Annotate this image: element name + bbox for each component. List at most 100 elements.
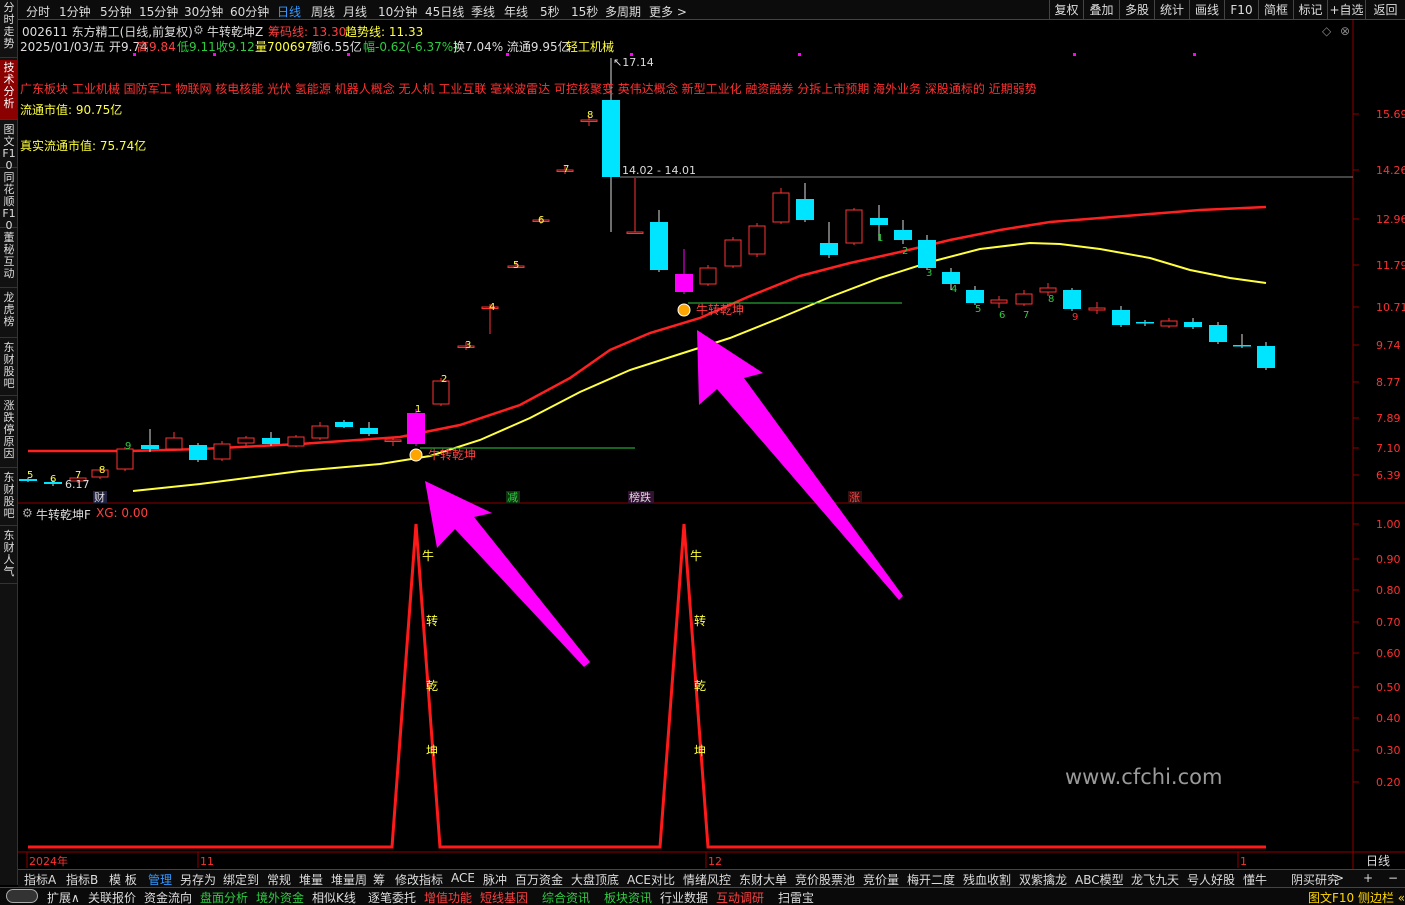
indicator-tab[interactable]: 残血收割 bbox=[963, 871, 1011, 888]
period-tab[interactable]: 日线 bbox=[277, 3, 301, 20]
event-tag: 涨 bbox=[849, 491, 860, 504]
indicator-tab[interactable]: 脉冲 bbox=[483, 871, 507, 888]
indicator-tab[interactable]: 东财大单 bbox=[739, 871, 787, 888]
period-tab[interactable]: 5秒 bbox=[540, 3, 560, 20]
indicator-tab[interactable]: 修改指标 bbox=[395, 871, 443, 888]
indicator-tab[interactable]: 堆量周 bbox=[331, 871, 367, 888]
indicator-tab[interactable]: 竞价量 bbox=[863, 871, 899, 888]
sidebar-tab[interactable]: 图文F10 bbox=[0, 122, 18, 172]
status-tab[interactable]: 扫雷宝 bbox=[778, 889, 814, 905]
indicator-tab[interactable]: 模 板 bbox=[109, 871, 137, 888]
status-tab[interactable]: 板块资讯 bbox=[604, 889, 652, 905]
toolbar-button[interactable]: 叠加 bbox=[1083, 0, 1119, 20]
period-tab[interactable]: 1分钟 bbox=[59, 3, 91, 20]
toolbar-button[interactable]: 返回 bbox=[1365, 0, 1405, 20]
indicator-tab[interactable]: 指标B bbox=[66, 871, 98, 888]
sidebar-tab[interactable]: 技术分析 bbox=[0, 60, 18, 120]
indicator-tab[interactable]: 常规 bbox=[267, 871, 291, 888]
status-right-label[interactable]: 图文F10 侧边栏 « bbox=[1308, 889, 1405, 905]
indicator-tab[interactable]: ACE bbox=[451, 871, 475, 885]
toolbar-button[interactable]: F10 bbox=[1224, 0, 1258, 20]
toolbar-button[interactable]: 简框 bbox=[1258, 0, 1293, 20]
concept-list[interactable]: 广东板块 工业机械 国防军工 物联网 核电核能 光伏 氢能源 机器人概念 无人机… bbox=[20, 80, 1037, 97]
status-tab[interactable]: 扩展∧ bbox=[47, 889, 80, 905]
toolbar-button[interactable]: +自选 bbox=[1327, 0, 1365, 20]
indicator-tab[interactable]: 双紫擒龙 bbox=[1019, 871, 1067, 888]
sub-indicator-name[interactable]: 牛转乾坤F bbox=[36, 506, 91, 523]
toolbar-button[interactable]: 标记 bbox=[1293, 0, 1327, 20]
indicator-tab[interactable]: > bbox=[1334, 871, 1344, 885]
add-tab-icon[interactable]: + bbox=[1363, 871, 1373, 885]
sidebar-tab[interactable]: 东财股吧 bbox=[0, 470, 18, 526]
status-tab[interactable]: 行业数据 bbox=[660, 889, 708, 905]
indicator-tab[interactable]: 筹 bbox=[373, 871, 385, 888]
indicator-tab[interactable]: ABC模型 bbox=[1075, 871, 1124, 888]
candle-count-label: 8 bbox=[587, 110, 593, 121]
indicator-tab[interactable]: 梅开二度 bbox=[907, 871, 955, 888]
status-tab[interactable]: 综合资讯 bbox=[542, 889, 590, 905]
period-tab[interactable]: 年线 bbox=[504, 3, 528, 20]
status-tab[interactable]: 逐笔委托 bbox=[368, 889, 416, 905]
indicator-tab[interactable]: 情绪风控 bbox=[683, 871, 731, 888]
period-tab[interactable]: 更多 > bbox=[649, 3, 687, 20]
status-tab[interactable]: 短线基因 bbox=[480, 889, 528, 905]
indicator-tab[interactable]: 号人好股 bbox=[1187, 871, 1235, 888]
panel-menu-icon[interactable]: ◇ bbox=[1322, 24, 1331, 38]
period-tab[interactable]: 15秒 bbox=[571, 3, 598, 20]
status-tab[interactable]: 关联报价 bbox=[88, 889, 136, 905]
status-tab[interactable]: 盘面分析 bbox=[200, 889, 248, 905]
indicator-tab[interactable]: 懂牛 bbox=[1243, 871, 1267, 888]
indicator-tab[interactable]: 绑定到 bbox=[223, 871, 259, 888]
toolbar-button[interactable]: 复权 bbox=[1049, 0, 1083, 20]
sub-tick-label: 0.20 bbox=[1376, 776, 1401, 789]
candle-count-label: 4 bbox=[489, 302, 495, 313]
indicator-tab[interactable]: 管理 bbox=[148, 871, 172, 888]
indicator-tab[interactable]: 大盘顶底 bbox=[571, 871, 619, 888]
peak-char-label: 乾 bbox=[694, 679, 706, 693]
sidebar-tab[interactable]: 同花顺F10 bbox=[0, 170, 18, 232]
status-tab[interactable]: 相似K线 bbox=[312, 889, 356, 905]
sidebar-tab[interactable]: 董秘互动 bbox=[0, 230, 18, 288]
indicator-tab[interactable]: 龙飞九天 bbox=[1131, 871, 1179, 888]
toolbar-button[interactable]: 画线 bbox=[1189, 0, 1224, 20]
period-tab[interactable]: 多周期 bbox=[605, 3, 641, 20]
period-tab[interactable]: 15分钟 bbox=[139, 3, 178, 20]
period-tab[interactable]: 60分钟 bbox=[230, 3, 269, 20]
sidebar-tab[interactable]: 分时走势 bbox=[0, 0, 18, 58]
period-tab[interactable]: 分时 bbox=[26, 3, 50, 20]
period-tab[interactable]: 周线 bbox=[311, 3, 335, 20]
status-tab[interactable]: 资金流向 bbox=[144, 889, 192, 905]
ma-line-red bbox=[28, 205, 1267, 453]
indicator-tab[interactable]: 竞价股票池 bbox=[795, 871, 855, 888]
period-tab[interactable]: 45日线 bbox=[425, 3, 464, 20]
panel-close-icon[interactable]: ⊗ bbox=[1340, 24, 1350, 38]
status-tab[interactable]: 境外资金 bbox=[256, 889, 304, 905]
indicator-tab[interactable]: 另存为 bbox=[180, 871, 216, 888]
status-tab[interactable]: 增值功能 bbox=[424, 889, 472, 905]
period-tab[interactable]: 30分钟 bbox=[184, 3, 223, 20]
period-tab[interactable]: 10分钟 bbox=[378, 3, 417, 20]
toolbar-button[interactable]: 统计 bbox=[1154, 0, 1189, 20]
sidebar-tab[interactable]: 东财股吧 bbox=[0, 340, 18, 396]
status-tab[interactable]: 互动调研 bbox=[716, 889, 764, 905]
indicator-tab[interactable]: 指标A bbox=[24, 871, 56, 888]
signal-marker-icon bbox=[677, 303, 691, 317]
period-tab[interactable]: 季线 bbox=[471, 3, 495, 20]
indicator-tab[interactable]: 阴买研究 bbox=[1291, 871, 1339, 888]
remove-tab-icon[interactable]: − bbox=[1388, 871, 1398, 885]
indicator-tab[interactable]: 百万资金 bbox=[515, 871, 563, 888]
bar-industry[interactable]: 轻工机械 bbox=[566, 38, 614, 55]
indicator-settings-icon[interactable]: ⚙ bbox=[193, 23, 204, 37]
period-tab[interactable]: 5分钟 bbox=[100, 3, 132, 20]
candle-body-up bbox=[213, 443, 231, 460]
toggle-switch-icon[interactable] bbox=[6, 889, 38, 903]
indicator-tab[interactable]: ACE对比 bbox=[627, 871, 675, 888]
sidebar-tab[interactable]: 龙虎榜 bbox=[0, 290, 18, 338]
sidebar-tab[interactable]: 涨跌停原因 bbox=[0, 398, 18, 468]
period-tab[interactable]: 月线 bbox=[343, 3, 367, 20]
toolbar-button[interactable]: 多股 bbox=[1119, 0, 1154, 20]
sidebar-tab[interactable]: 东财人气 bbox=[0, 528, 18, 584]
candle-count-label: 7 bbox=[1023, 310, 1029, 321]
indicator-tab[interactable]: 堆量 bbox=[299, 871, 323, 888]
sub-settings-icon[interactable]: ⚙ bbox=[22, 506, 33, 520]
